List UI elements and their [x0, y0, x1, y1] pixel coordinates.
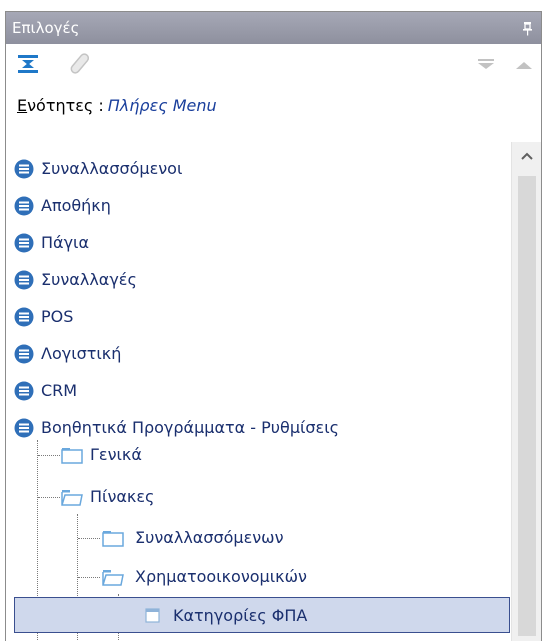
tree-folder-pinakes[interactable]: Πίνακες: [6, 479, 511, 515]
tree-folder-genika[interactable]: Γενικά: [6, 437, 511, 473]
category-icon: [14, 307, 34, 327]
tree-category-pagia[interactable]: Πάγια: [6, 225, 511, 261]
tree-label: CRM: [41, 381, 78, 400]
tree-label: POS: [41, 307, 74, 326]
category-icon: [14, 381, 34, 401]
tree-label: Γενικά: [90, 445, 142, 464]
tree-category-synallages[interactable]: Συναλλαγές: [6, 262, 511, 298]
toolbar: [6, 44, 541, 84]
tree-folder-chrimatooikonomikon[interactable]: Χρηματοοικονομικών: [6, 559, 511, 595]
options-panel: Επιλογές Ενότητες : Πλήρες Menu Συναλλασ…: [5, 11, 542, 641]
tree-label: Κατηγορίες ΦΠΑ: [173, 606, 308, 625]
menu-tree: Συναλλασσόμενοι Αποθήκη Πάγια Συναλλαγές…: [6, 142, 511, 641]
panel-title-bar: Επιλογές: [6, 12, 541, 44]
tree-folder-synallassomenon[interactable]: Συναλλασσόμενων: [6, 520, 511, 556]
arrow-down-icon[interactable]: [476, 58, 496, 70]
tree-label: Χρηματοοικονομικών: [135, 567, 307, 586]
tree-category-synallassomenoi[interactable]: Συναλλασσόμενοι: [6, 151, 511, 187]
section-label: Ενότητες : Πλήρες Menu: [17, 94, 217, 118]
folder-icon: [61, 448, 83, 464]
section-label-text: νότητες :: [27, 96, 104, 115]
tree-label: Λογιστική: [41, 344, 122, 363]
category-icon: [14, 159, 34, 179]
tree-category-crm[interactable]: CRM: [6, 373, 511, 409]
tree-label: Συναλλασσόμενοι: [41, 159, 183, 178]
tree-label: Συναλλαγές: [41, 270, 137, 289]
scroll-up-icon[interactable]: [512, 142, 542, 170]
category-icon: [14, 270, 34, 290]
vertical-scrollbar[interactable]: [511, 142, 541, 641]
category-icon: [14, 196, 34, 216]
scrollbar-thumb[interactable]: [518, 176, 536, 636]
tree-category-logistiki[interactable]: Λογιστική: [6, 336, 511, 372]
tree-label: Πίνακες: [90, 487, 155, 506]
section-value[interactable]: Πλήρες Menu: [108, 96, 217, 115]
category-icon: [14, 418, 34, 438]
tree-label: Πάγια: [41, 233, 90, 252]
form-item-icon: [145, 608, 160, 623]
tree-category-apothiki[interactable]: Αποθήκη: [6, 188, 511, 224]
section-label-access-key: Ε: [17, 96, 28, 115]
paperclip-icon[interactable]: [70, 52, 94, 76]
pin-icon[interactable]: [522, 21, 533, 36]
tree-category-pos[interactable]: POS: [6, 299, 511, 335]
folder-open-icon: [61, 490, 83, 506]
category-icon: [14, 344, 34, 364]
folder-icon: [102, 531, 124, 547]
folder-open-icon: [102, 570, 124, 586]
category-icon: [14, 233, 34, 253]
arrow-up-icon[interactable]: [514, 58, 534, 70]
tree-item-kategories-fpa[interactable]: Κατηγορίες ΦΠΑ: [14, 597, 510, 633]
tree-label: Συναλλασσόμενων: [135, 528, 284, 547]
panel-title: Επιλογές: [12, 19, 80, 37]
tree-label: Αποθήκη: [41, 196, 111, 215]
collapse-all-icon[interactable]: [17, 54, 39, 74]
